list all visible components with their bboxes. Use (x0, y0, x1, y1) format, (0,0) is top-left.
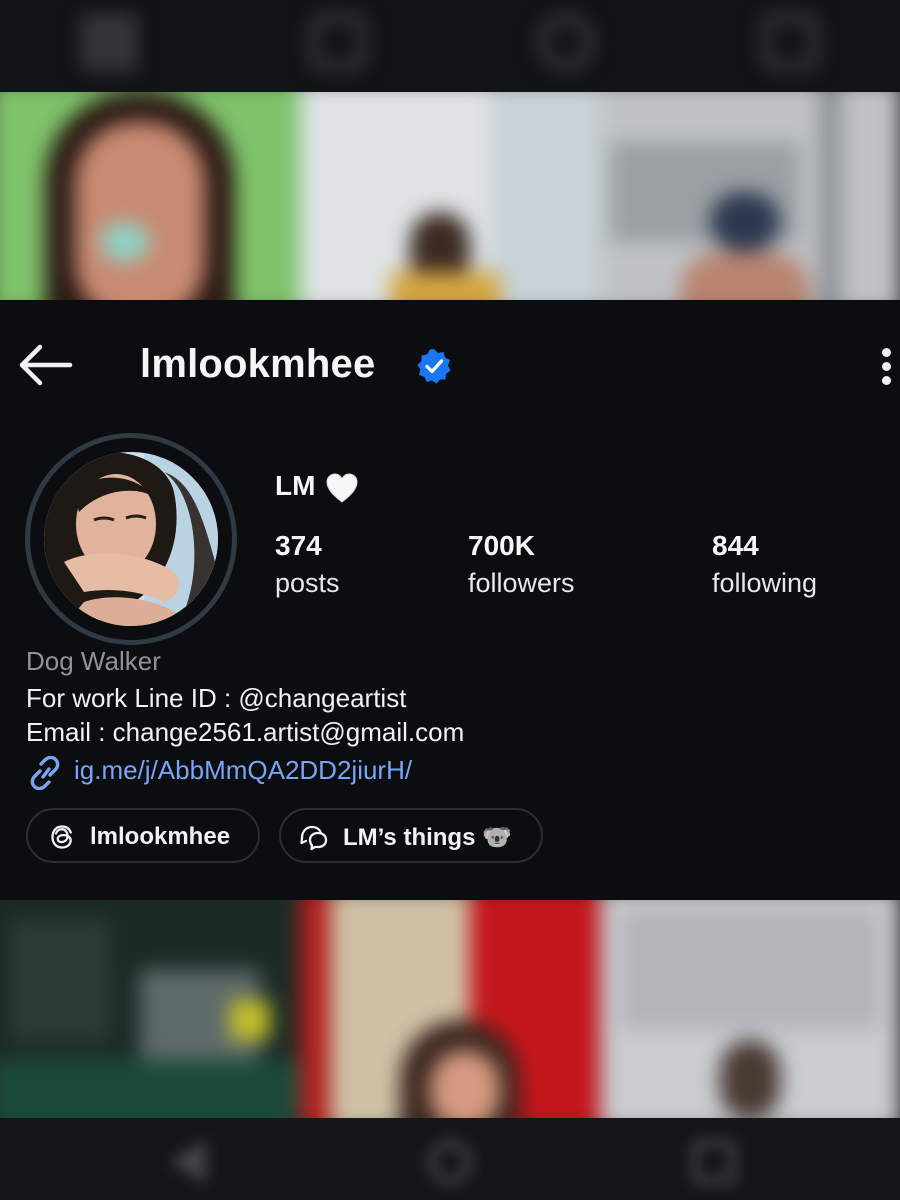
posts-count[interactable]: 374 posts (275, 530, 340, 599)
nav-back-icon (170, 1140, 206, 1184)
broadcast-channel-chip[interactable]: LM’s things 🐨 (279, 808, 543, 863)
grid-icon (82, 14, 138, 70)
following-count[interactable]: 844 following (712, 530, 817, 599)
stat-value: 700K (468, 530, 535, 561)
nav-recents-icon (692, 1140, 736, 1184)
tagged-icon (762, 14, 818, 70)
threads-profile-chip[interactable]: lmlookmhee (26, 808, 260, 863)
bio-category: Dog Walker (26, 646, 161, 676)
back-button[interactable] (14, 340, 78, 390)
stat-label: posts (275, 568, 340, 598)
threads-icon (51, 825, 72, 849)
verified-badge-icon (417, 349, 451, 384)
photo-grid-bottom-blurred (0, 900, 900, 1118)
followers-count[interactable]: 700K followers (468, 530, 575, 599)
stat-label: followers (468, 568, 575, 598)
stat-label: following (712, 568, 818, 598)
display-name: LM (275, 470, 316, 501)
avatar-photo (44, 452, 218, 626)
profile-card: lmlookmhee LM 374 posts 700K followers 8… (0, 300, 900, 900)
reels-icon (310, 14, 366, 70)
bio-line-email: Email : change2561.artist@gmail.com (26, 717, 465, 747)
stat-value: 844 (712, 530, 759, 561)
system-navigation-bar (0, 1118, 900, 1200)
profile-tabs-blurred (0, 0, 900, 92)
nav-home-icon (428, 1140, 472, 1184)
white-heart-icon (326, 473, 358, 503)
chip-label: LM’s things 🐨 (343, 824, 512, 851)
more-options-button[interactable] (866, 344, 900, 390)
photo-grid-top-blurred (0, 92, 900, 300)
profile-username: lmlookmhee (140, 342, 376, 386)
repost-icon (538, 14, 594, 70)
link-icon (30, 756, 60, 790)
bio-link[interactable]: ig.me/j/AbbMmQA2DD2jiurH/ (74, 755, 412, 786)
bio-line-work: For work Line ID : @changeartist (26, 683, 407, 713)
avatar[interactable] (25, 433, 237, 645)
arrow-left-icon (19, 344, 73, 386)
chat-bubbles-icon (300, 825, 328, 851)
chip-label: lmlookmhee (90, 823, 231, 850)
profile-header: lmlookmhee (0, 300, 900, 430)
stat-value: 374 (275, 530, 322, 561)
